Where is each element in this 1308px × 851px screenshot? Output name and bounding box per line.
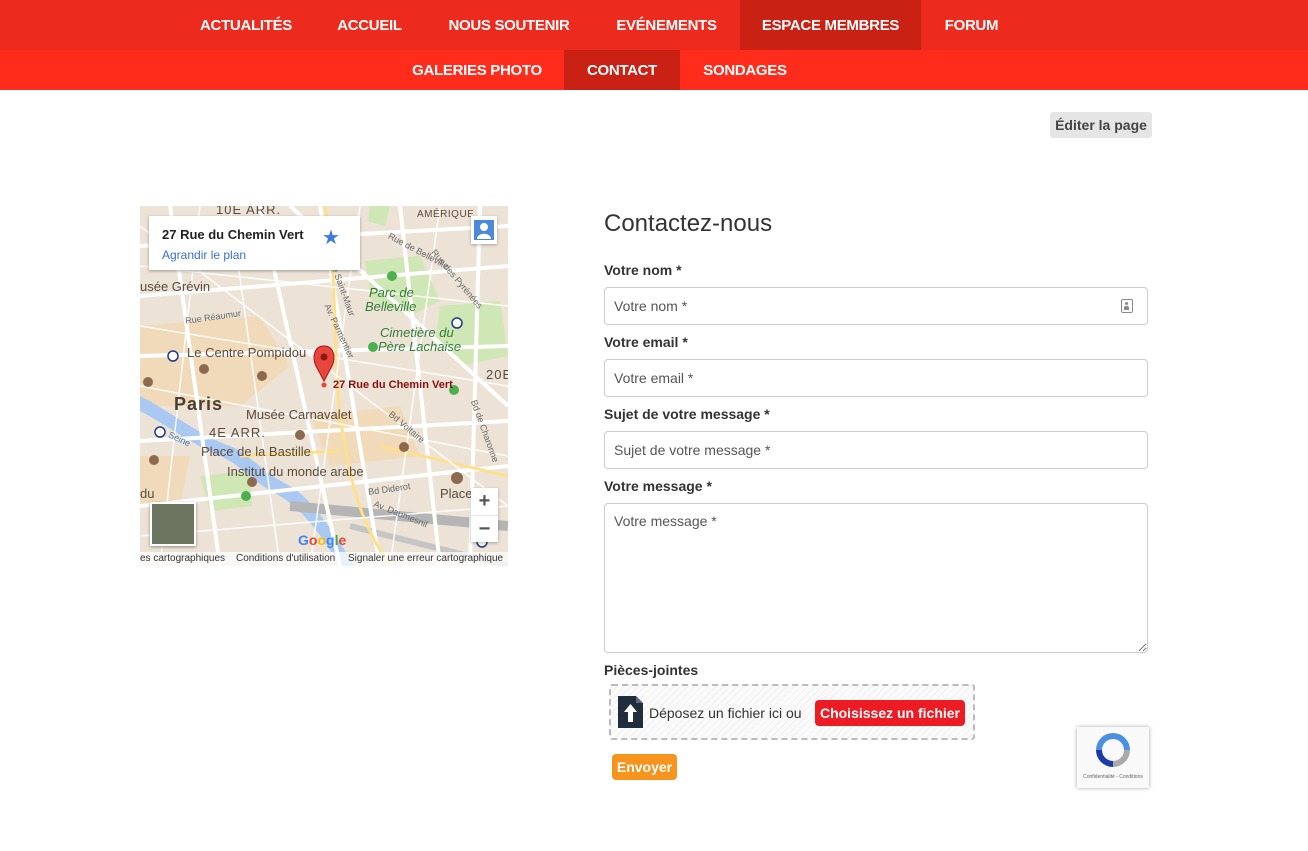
message-label: Votre message * <box>604 478 712 494</box>
map-label-carnavalet: Musée Carnavalet <box>246 407 352 422</box>
submit-button[interactable]: Envoyer <box>612 754 677 780</box>
primary-nav: ACTUALITÉS ACCUEIL NOUS SOUTENIR EVÉNEME… <box>0 0 1308 50</box>
zoom-in-button[interactable]: + <box>471 488 498 515</box>
nav-item-espace-membres[interactable]: ESPACE MEMBRES <box>740 0 921 50</box>
map-label-arr20: 20E <box>486 367 508 382</box>
choose-file-button[interactable]: Choisissez un fichier <box>815 700 965 726</box>
email-field[interactable] <box>604 359 1148 397</box>
email-label: Votre email * <box>604 334 688 350</box>
map-label-du: du <box>140 486 155 501</box>
file-dropzone[interactable]: Déposez un fichier ici ou Choisissez un … <box>609 684 975 740</box>
zoom-control: + − <box>471 488 498 542</box>
map-label-lachaise: Père Lachaise <box>378 339 462 354</box>
recaptcha-footer[interactable]: Confidentialité - Conditions <box>1077 774 1149 780</box>
edit-page-button[interactable]: Éditer la page <box>1050 112 1152 138</box>
map-label-grevin: usée Grévin <box>140 279 211 294</box>
subnav-item-sondages[interactable]: SONDAGES <box>680 50 810 90</box>
nav-item-evenements[interactable]: EVÉNEMENTS <box>593 0 740 50</box>
map-address: 27 Rue du Chemin Vert <box>162 227 304 242</box>
map-label-belleville: Belleville <box>365 299 417 314</box>
map-label-parc: Parc de <box>369 285 414 300</box>
satellite-toggle[interactable] <box>150 502 196 546</box>
map-label-ima: Institut du monde arabe <box>227 464 364 479</box>
name-field[interactable] <box>604 287 1148 325</box>
map-label-pompidou: Le Centre Pompidou <box>187 345 307 360</box>
nav-item-nous-soutenir[interactable]: NOUS SOUTENIR <box>425 0 593 50</box>
save-star-icon[interactable]: ★ <box>322 225 340 250</box>
map-report-link[interactable]: Signaler une erreur cartographique <box>348 552 503 566</box>
subnav-item-galeries-photo[interactable]: GALERIES PHOTO <box>390 50 564 90</box>
map-terms-link[interactable]: Conditions d'utilisation <box>236 552 335 566</box>
google-logo: Google <box>298 532 347 548</box>
google-map[interactable]: 10E ARR. AMÉRIQUE usée Grévin Parc de Be… <box>140 206 508 566</box>
map-pin-label: 27 Rue du Chemin Vert <box>333 379 453 391</box>
name-label: Votre nom * <box>604 262 682 278</box>
nav-item-accueil[interactable]: ACCUEIL <box>314 0 425 50</box>
enlarge-map-link[interactable]: Agrandir le plan <box>162 248 246 262</box>
dropzone-text: Déposez un fichier ici ou <box>649 705 802 721</box>
contact-card-icon <box>1121 299 1133 313</box>
message-field[interactable] <box>604 503 1148 653</box>
map-label-paris: Paris <box>174 394 224 414</box>
zoom-out-button[interactable]: − <box>471 515 498 543</box>
recaptcha-badge[interactable]: Confidentialité - Conditions <box>1077 727 1149 788</box>
map-info-card: 27 Rue du Chemin Vert Agrandir le plan ★ <box>149 216 360 270</box>
map-label-bastille: Place de la Bastille <box>201 444 311 459</box>
form-title: Contactez-nous <box>604 210 773 237</box>
attachments-label: Pièces-jointes <box>604 662 699 678</box>
nav-item-forum[interactable]: FORUM <box>921 0 1022 50</box>
map-label-arr4: 4E ARR. <box>209 425 266 440</box>
map-footer: es cartographiques Conditions d'utilisat… <box>140 552 508 566</box>
subnav-item-contact[interactable]: CONTACT <box>564 50 680 90</box>
nav-item-actualites[interactable]: ACTUALITÉS <box>178 0 314 50</box>
subject-field[interactable] <box>604 431 1148 469</box>
street-view-pegman-icon[interactable] <box>471 216 497 244</box>
map-label-amerique: AMÉRIQUE <box>417 209 475 220</box>
recaptcha-icon <box>1096 733 1130 767</box>
upload-file-icon <box>618 696 643 728</box>
map-data-text: es cartographiques <box>140 553 226 564</box>
map-label-cimetiere: Cimetière du <box>380 325 454 340</box>
secondary-nav: GALERIES PHOTO CONTACT SONDAGES <box>0 50 1308 90</box>
map-label-place: Place <box>440 486 473 501</box>
subject-label: Sujet de votre message * <box>604 406 770 422</box>
